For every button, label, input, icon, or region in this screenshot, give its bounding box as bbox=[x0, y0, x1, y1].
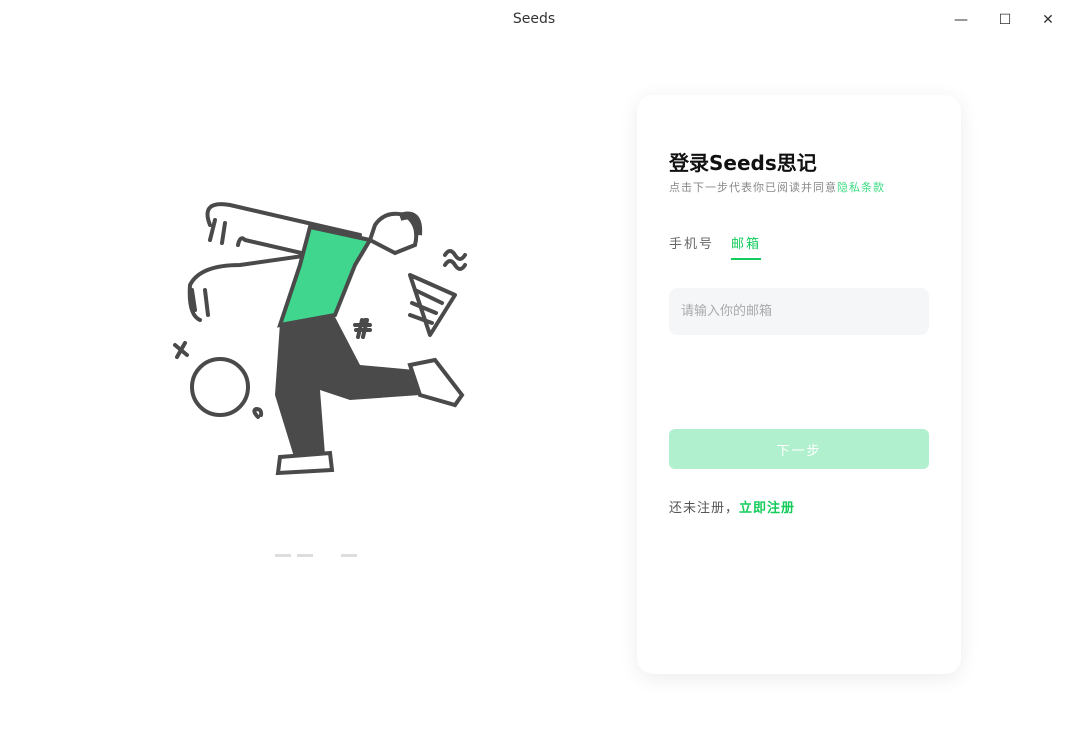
title-bar: Seeds — ☐ ✕ bbox=[0, 0, 1068, 40]
carousel-dot[interactable] bbox=[275, 554, 291, 557]
terms-text: 点击下一步代表你已阅读并同意 bbox=[669, 181, 837, 194]
login-method-tabs: 手机号 邮箱 bbox=[669, 233, 762, 260]
terms-notice: 点击下一步代表你已阅读并同意隐私条款 bbox=[669, 179, 885, 195]
tab-email[interactable]: 邮箱 bbox=[731, 233, 762, 260]
carousel-dot[interactable] bbox=[341, 554, 357, 557]
minimize-button[interactable]: — bbox=[950, 10, 972, 30]
login-heading: 登录Seeds思记 bbox=[669, 151, 817, 175]
carousel-indicators bbox=[275, 554, 357, 557]
maximize-button[interactable]: ☐ bbox=[994, 10, 1016, 30]
carousel-dot[interactable] bbox=[297, 554, 313, 557]
tab-phone[interactable]: 手机号 bbox=[669, 233, 714, 260]
privacy-link[interactable]: 隐私条款 bbox=[837, 181, 885, 194]
carousel-dot-active[interactable] bbox=[319, 554, 335, 557]
email-input[interactable] bbox=[669, 288, 929, 335]
register-prompt: 还未注册，立即注册 bbox=[669, 497, 795, 516]
close-button[interactable]: ✕ bbox=[1037, 10, 1059, 30]
no-account-text: 还未注册， bbox=[669, 501, 740, 516]
next-button[interactable]: 下一步 bbox=[669, 429, 929, 469]
illustration-dancing-man bbox=[173, 202, 467, 476]
window-title: Seeds bbox=[512, 11, 556, 27]
register-link[interactable]: 立即注册 bbox=[739, 501, 795, 516]
login-card: 登录Seeds思记 点击下一步代表你已阅读并同意隐私条款 手机号 邮箱 下一步 … bbox=[637, 95, 961, 674]
